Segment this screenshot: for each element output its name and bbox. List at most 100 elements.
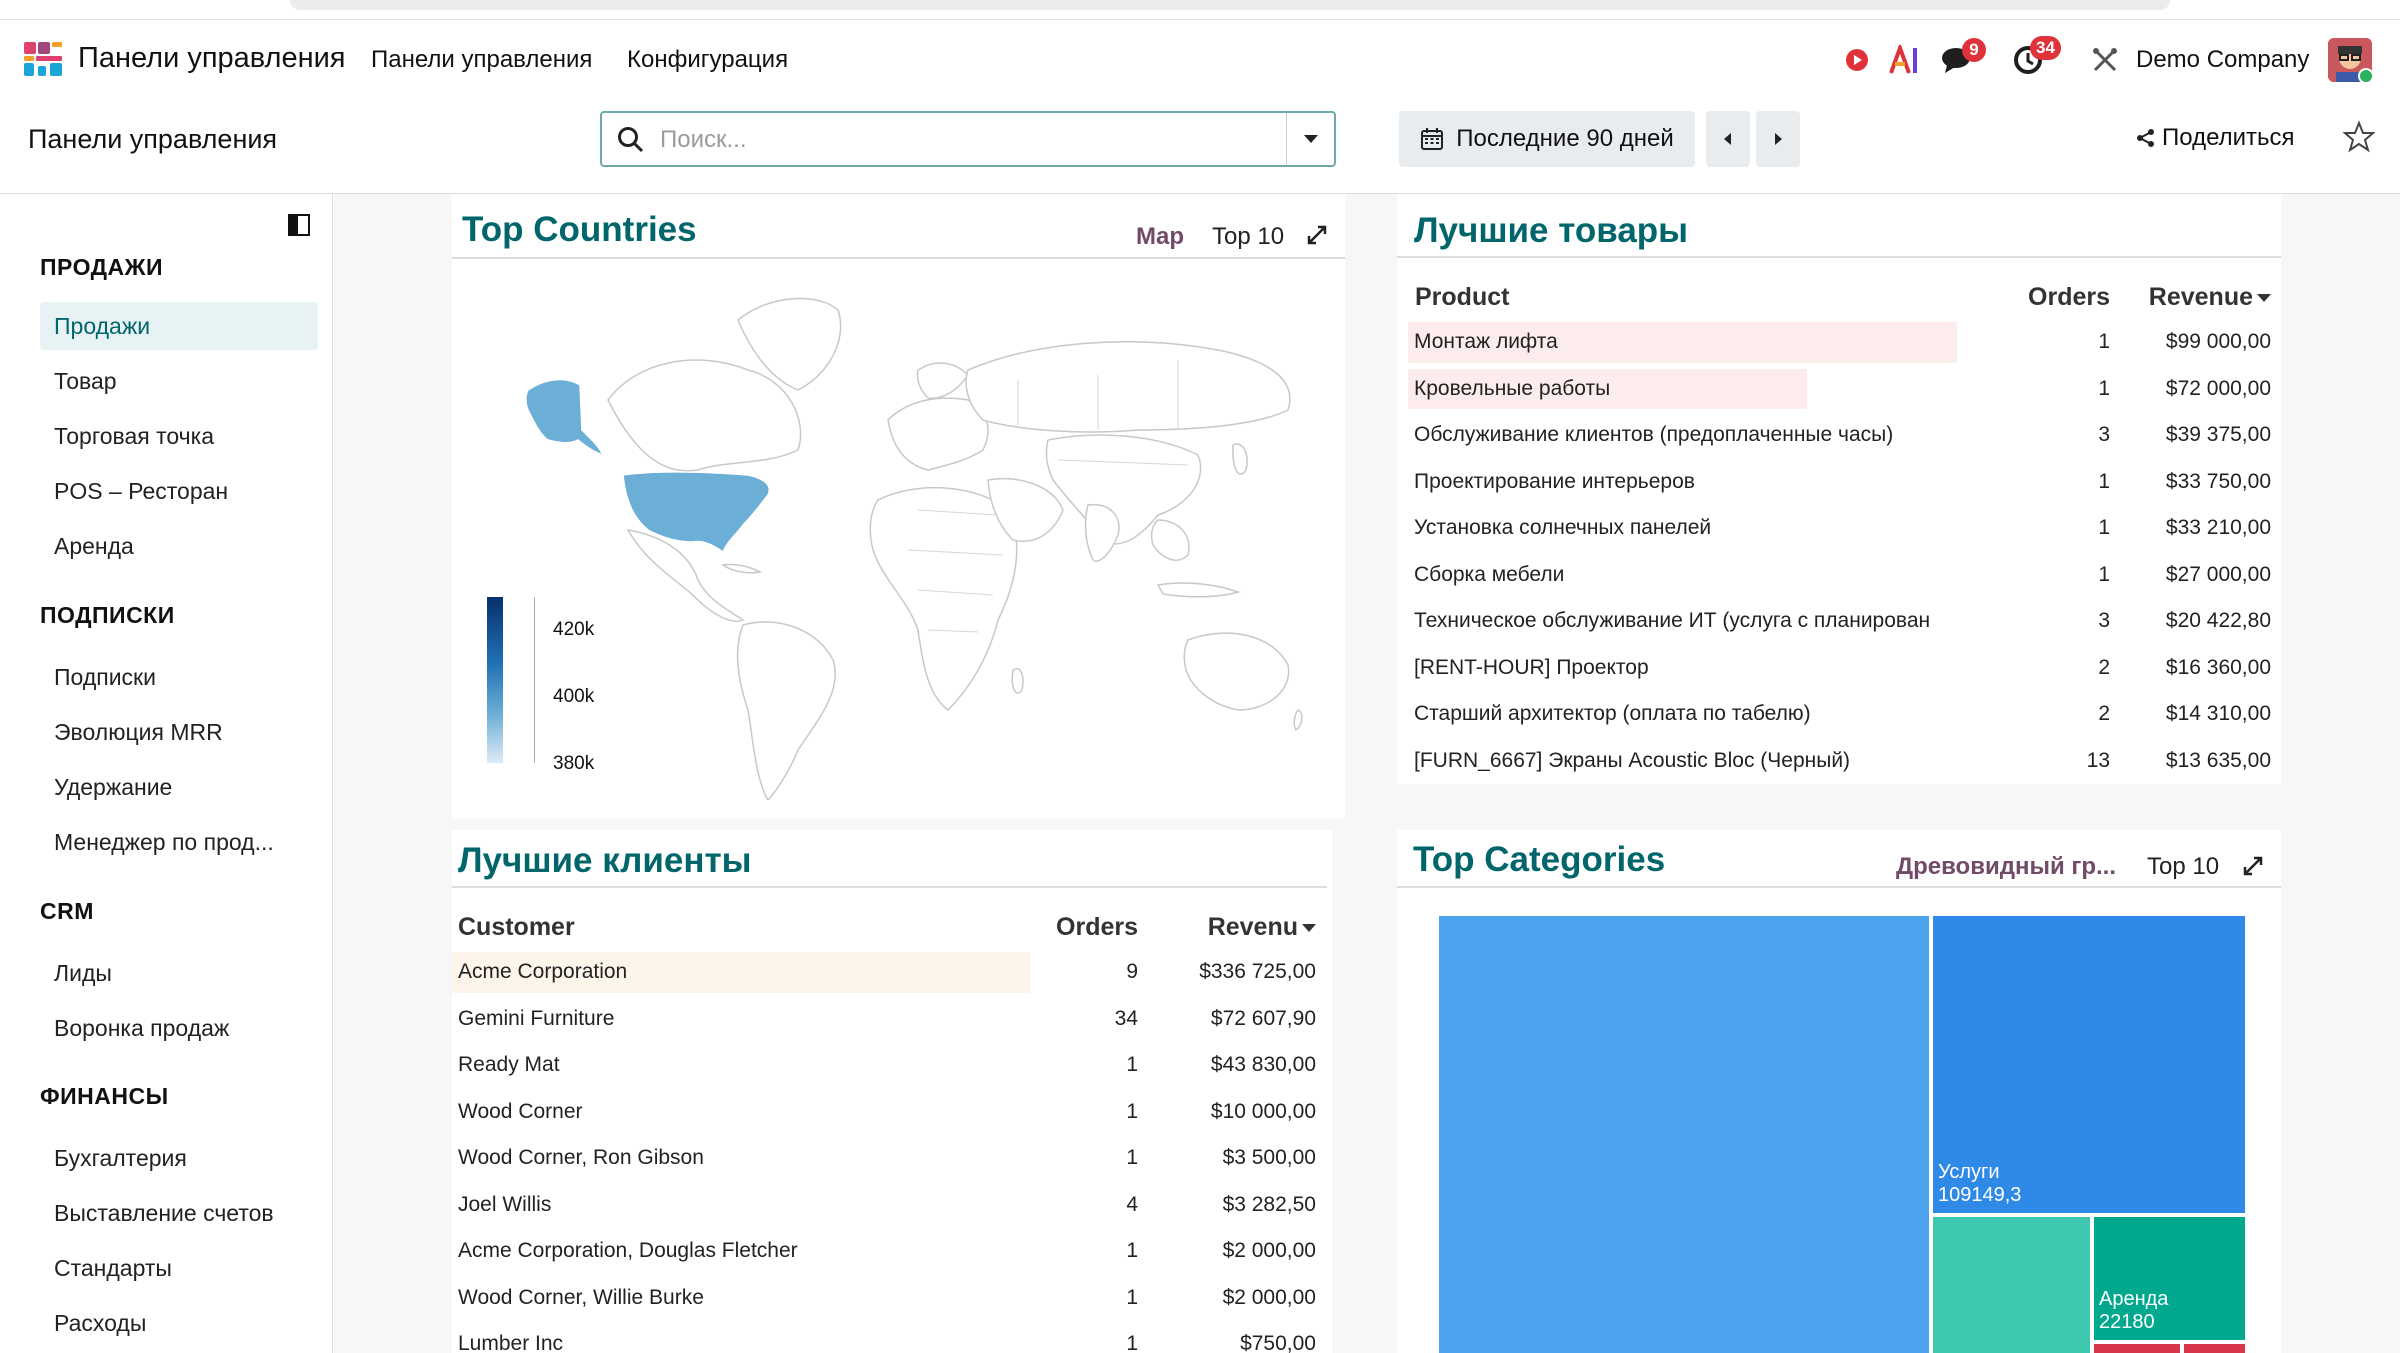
tools-icon[interactable] bbox=[2090, 42, 2120, 78]
menu-configuration[interactable]: Конфигурация bbox=[627, 46, 788, 74]
sidebar-item-leads[interactable]: Лиды bbox=[40, 949, 318, 997]
sidebar-item-retention[interactable]: Удержание bbox=[40, 763, 318, 811]
company-switcher[interactable]: Demo Company bbox=[2136, 46, 2309, 74]
table-row[interactable]: Ready Mat 1 $43 830,00 bbox=[452, 1042, 1322, 1089]
expand-icon[interactable] bbox=[1306, 224, 1328, 246]
top-categories-divider bbox=[1397, 886, 2281, 888]
top-countries-top-toggle[interactable]: Top 10 bbox=[1212, 223, 1284, 251]
user-avatar[interactable] bbox=[2328, 38, 2372, 82]
map-legend-axis bbox=[534, 597, 535, 763]
top-categories-treemap-toggle[interactable]: Древовидный гр... bbox=[1896, 853, 2116, 881]
activities-icon[interactable]: 34 bbox=[2008, 36, 2061, 78]
date-filter-label: Последние 90 дней bbox=[1456, 125, 1674, 152]
table-row[interactable]: Кровельные работы 1 $72 000,00 bbox=[1408, 366, 2277, 413]
date-filter-button[interactable]: Последние 90 дней bbox=[1399, 111, 1695, 167]
dashboards-app-icon[interactable] bbox=[24, 40, 62, 78]
sidebar-collapse-icon[interactable] bbox=[288, 214, 310, 236]
messages-badge: 9 bbox=[1962, 38, 1986, 62]
column-revenue[interactable]: Revenu bbox=[1144, 905, 1322, 949]
treemap-tile[interactable] bbox=[2184, 1344, 2245, 1353]
column-customer[interactable]: Customer bbox=[452, 905, 1034, 949]
sidebar-item-expenses[interactable]: Расходы bbox=[40, 1299, 318, 1347]
table-row[interactable]: Техническое обслуживание ИТ (услуга с пл… bbox=[1408, 598, 2277, 645]
section-crm-heading: CRM bbox=[40, 898, 94, 924]
best-customers-title: Лучшие клиенты bbox=[458, 841, 752, 880]
record-icon[interactable] bbox=[1842, 42, 1872, 78]
treemap-tile-services[interactable]: Услуги 109149,3 bbox=[1933, 916, 2245, 1213]
table-row[interactable]: Wood Corner, Ron Gibson 1 $3 500,00 bbox=[452, 1135, 1322, 1182]
search-options-toggle[interactable] bbox=[1286, 113, 1334, 165]
row-orders: 4 bbox=[1126, 1192, 1138, 1216]
row-orders: 2 bbox=[2098, 702, 2110, 726]
search-input[interactable] bbox=[660, 121, 1260, 159]
table-row[interactable]: Сборка мебели 1 $27 000,00 bbox=[1408, 552, 2277, 599]
row-revenue: $20 422,80 bbox=[2165, 609, 2271, 633]
menu-dashboards[interactable]: Панели управления bbox=[371, 46, 592, 74]
ai-icon[interactable] bbox=[1888, 42, 1922, 78]
treemap-tile[interactable] bbox=[1439, 916, 1929, 1353]
treemap-services-value: 109149,3 bbox=[1938, 1184, 2022, 1206]
sidebar-item-pipeline[interactable]: Воронка продаж bbox=[40, 1004, 318, 1052]
row-name: Gemini Furniture bbox=[458, 1006, 615, 1030]
row-name-cell: Монтаж лифта bbox=[1408, 319, 1961, 366]
table-row[interactable]: Установка солнечных панелей 1 $33 210,00 bbox=[1408, 505, 2277, 552]
sidebar-item-mrr[interactable]: Эволюция MRR bbox=[40, 708, 318, 756]
column-orders[interactable]: Orders bbox=[1961, 275, 2116, 319]
share-button[interactable]: Поделиться bbox=[2136, 124, 2295, 152]
table-row[interactable]: Lumber Inc 1 $750,00 bbox=[452, 1321, 1322, 1353]
row-orders: 1 bbox=[1126, 1146, 1138, 1170]
table-row[interactable]: Проектирование интерьеров 1 $33 750,00 bbox=[1408, 459, 2277, 506]
sidebar-item-subscriptions[interactable]: Подписки bbox=[40, 653, 318, 701]
treemap-label-services: Услуги 109149,3 bbox=[1938, 1161, 2021, 1207]
row-orders: 2 bbox=[2098, 655, 2110, 679]
column-product[interactable]: Product bbox=[1408, 275, 1961, 319]
table-row[interactable]: Wood Corner, Willie Burke 1 $2 000,00 bbox=[452, 1275, 1322, 1322]
row-name-cell: Техническое обслуживание ИТ (услуга с пл… bbox=[1408, 598, 1961, 645]
table-row[interactable]: Старший архитектор (оплата по табелю) 2 $1… bbox=[1408, 691, 2277, 738]
column-orders[interactable]: Orders bbox=[1034, 905, 1144, 949]
row-name: Проектирование интерьеров bbox=[1414, 469, 1695, 493]
sidebar-item-accounting[interactable]: Бухгалтерия bbox=[40, 1134, 318, 1182]
next-period-button[interactable] bbox=[1756, 111, 1800, 167]
table-row[interactable]: Монтаж лифта 1 $99 000,00 bbox=[1408, 319, 2277, 366]
column-revenue[interactable]: Revenue bbox=[2116, 275, 2277, 319]
table-row[interactable]: Acme Corporation 9 $336 725,00 bbox=[452, 949, 1322, 996]
treemap-tile-rental[interactable]: Аренда 22180 bbox=[2094, 1217, 2245, 1340]
sidebar-item-rental[interactable]: Аренда bbox=[40, 522, 318, 570]
sidebar-item-pos[interactable]: Торговая точка bbox=[40, 412, 318, 460]
table-header-row: Customer Orders Revenu bbox=[452, 905, 1322, 949]
browser-address-bar[interactable] bbox=[290, 0, 2170, 10]
sidebar-item-product[interactable]: Товар bbox=[40, 357, 318, 405]
table-row[interactable]: Acme Corporation, Douglas Fletcher 1 $2 00… bbox=[452, 1228, 1322, 1275]
top-categories-top-toggle[interactable]: Top 10 bbox=[2147, 853, 2219, 881]
app-title[interactable]: Панели управления bbox=[78, 42, 346, 75]
top-countries-map-toggle[interactable]: Map bbox=[1136, 223, 1184, 251]
previous-period-button[interactable] bbox=[1706, 111, 1750, 167]
sidebar-item-salesperson[interactable]: Менеджер по прод... bbox=[40, 818, 318, 866]
top-countries-divider bbox=[452, 257, 1345, 259]
best-customers-divider bbox=[452, 886, 1327, 888]
best-customers-scroll[interactable]: Customer Orders Revenu Acme Corporation 9… bbox=[452, 905, 1327, 1353]
table-row[interactable]: Joel Willis 4 $3 282,50 bbox=[452, 1182, 1322, 1229]
share-label: Поделиться bbox=[2162, 124, 2295, 151]
row-name: Acme Corporation, Douglas Fletcher bbox=[458, 1239, 798, 1263]
sidebar-item-sales[interactable]: Продажи bbox=[40, 302, 318, 350]
table-row[interactable]: Gemini Furniture 34 $72 607,90 bbox=[452, 996, 1322, 1043]
treemap-tile[interactable] bbox=[1933, 1217, 2090, 1353]
messages-icon[interactable]: 9 bbox=[1938, 38, 1986, 78]
sidebar-item-invoicing[interactable]: Выставление счетов bbox=[40, 1189, 318, 1237]
treemap-tile[interactable] bbox=[2094, 1344, 2180, 1353]
world-map bbox=[525, 297, 1303, 800]
sidebar-item-pos-restaurant[interactable]: POS – Ресторан bbox=[40, 467, 318, 515]
table-header-row: Product Orders Revenue bbox=[1408, 275, 2277, 319]
table-row[interactable]: [FURN_6667] Экраны Acoustic Bloc (Черный… bbox=[1408, 738, 2277, 785]
table-row[interactable]: Wood Corner 1 $10 000,00 bbox=[452, 1089, 1322, 1136]
row-orders: 1 bbox=[1126, 1053, 1138, 1077]
top-countries-title: Top Countries bbox=[462, 210, 697, 249]
table-row[interactable]: Обслуживание клиентов (предоплаченные ча… bbox=[1408, 412, 2277, 459]
row-name: Техническое обслуживание ИТ (услуга с пл… bbox=[1414, 609, 1931, 633]
favorite-star-icon[interactable] bbox=[2342, 120, 2376, 154]
table-row[interactable]: [RENT-HOUR] Проектор 2 $16 360,00 bbox=[1408, 645, 2277, 692]
sidebar-item-standards[interactable]: Стандарты bbox=[40, 1244, 318, 1292]
expand-icon[interactable] bbox=[2242, 855, 2264, 877]
